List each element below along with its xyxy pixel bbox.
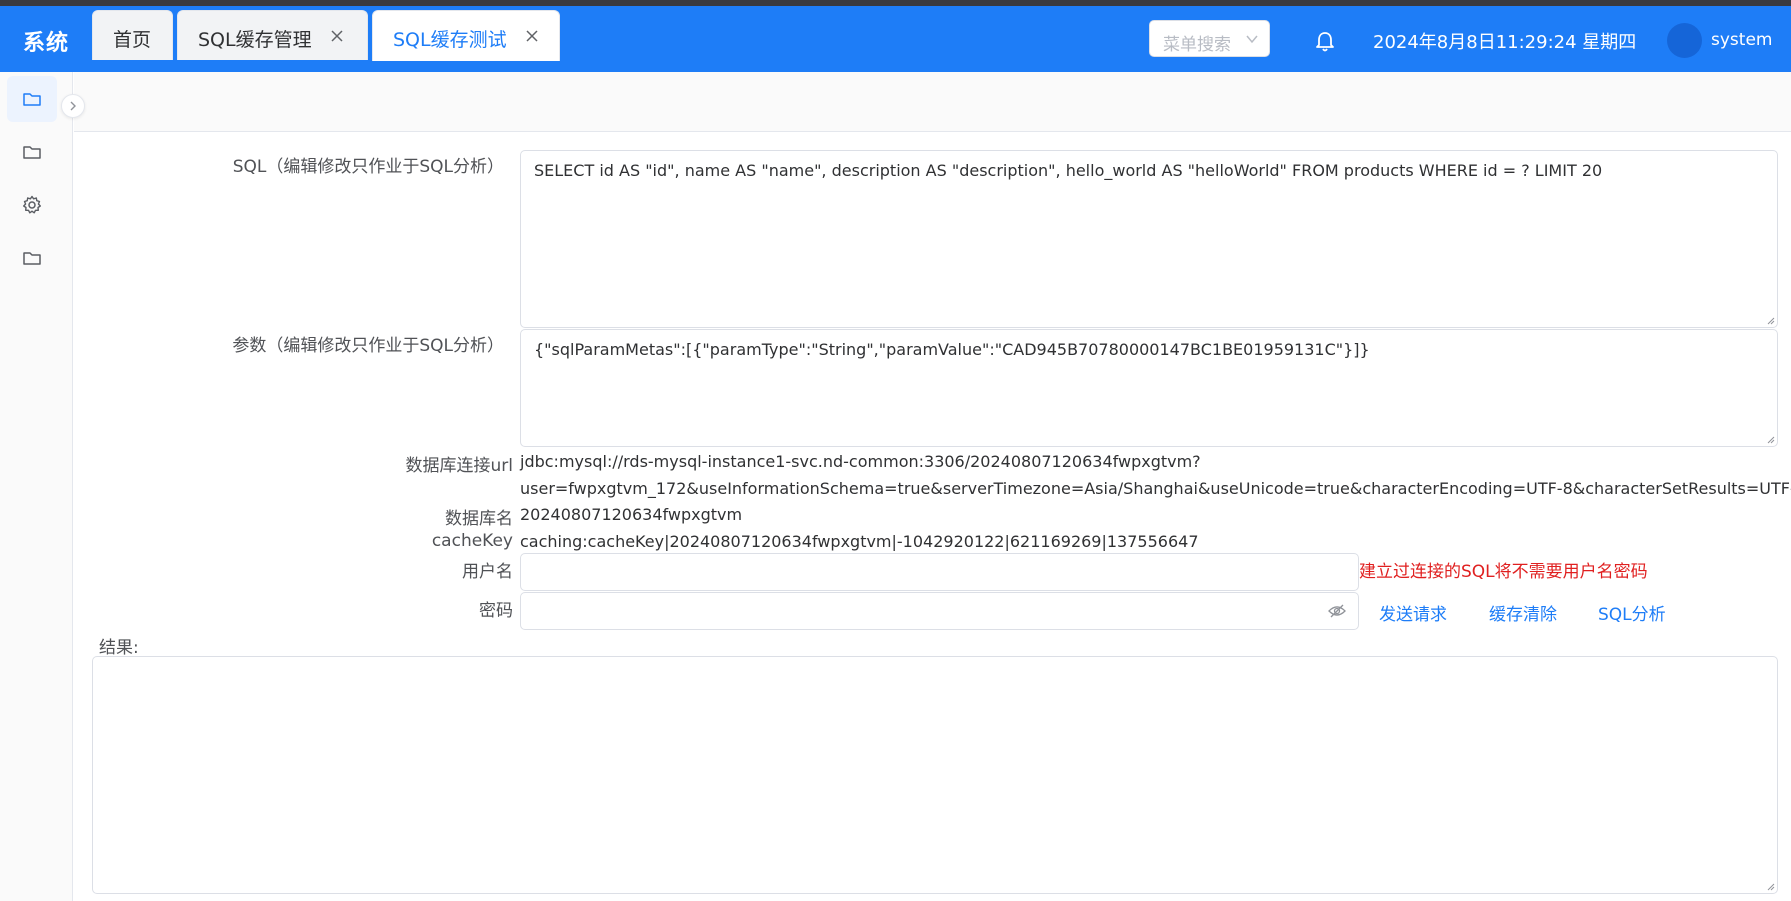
- folder-icon: [23, 252, 41, 265]
- sql-textarea[interactable]: SELECT id AS "id", name AS "name", descr…: [520, 150, 1778, 328]
- eye-hidden-icon[interactable]: [1328, 604, 1346, 618]
- sql-analyze-button[interactable]: SQL分析: [1598, 600, 1666, 625]
- cache-key-value: caching:cacheKey|20240807120634fwpxgtvm|…: [520, 532, 1199, 551]
- sidebar-item-2[interactable]: [7, 129, 57, 175]
- close-icon[interactable]: [330, 29, 344, 43]
- password-label: 密码: [479, 601, 513, 621]
- chevron-down-icon: [1246, 35, 1258, 44]
- folder-icon: [23, 146, 41, 159]
- tab-label: 首页: [113, 29, 152, 51]
- params-textarea[interactable]: {"sqlParamMetas":[{"paramType":"String",…: [520, 329, 1778, 447]
- avatar[interactable]: [1667, 23, 1702, 58]
- password-input[interactable]: [520, 592, 1359, 630]
- app-title: 系统: [23, 31, 70, 56]
- resize-handle-icon[interactable]: [1765, 881, 1775, 891]
- sidebar-item-3[interactable]: [7, 182, 57, 228]
- bell-icon[interactable]: [1315, 31, 1335, 53]
- header-datetime: 2024年8月8日11:29:24 星期四: [1373, 32, 1637, 53]
- sql-value: SELECT id AS "id", name AS "name", descr…: [534, 161, 1603, 180]
- tab-sql-cache-manage[interactable]: SQL缓存管理: [177, 10, 368, 60]
- close-icon[interactable]: [525, 29, 539, 43]
- menu-search-select[interactable]: 菜单搜索: [1149, 20, 1270, 57]
- params-label: 参数（编辑修改只作业于SQL分析）: [232, 336, 504, 356]
- sidebar: [0, 72, 73, 901]
- sidebar-item-1[interactable]: [7, 76, 57, 122]
- menu-search-placeholder: 菜单搜索: [1163, 35, 1231, 55]
- tab-sql-cache-test[interactable]: SQL缓存测试: [372, 10, 560, 61]
- params-value: {"sqlParamMetas":[{"paramType":"String",…: [534, 340, 1370, 359]
- folder-icon: [23, 93, 41, 106]
- send-request-button[interactable]: 发送请求: [1379, 600, 1447, 625]
- tab-label: SQL缓存管理: [198, 29, 312, 51]
- tab-label: SQL缓存测试: [393, 29, 507, 51]
- db-url-value-line2: user=fwpxgtvm_172&useInformationSchema=t…: [520, 479, 1791, 498]
- result-label: 结果:: [99, 638, 139, 658]
- result-textarea[interactable]: [92, 656, 1778, 894]
- username-hint: 建立过连接的SQL将不需要用户名密码: [1359, 562, 1648, 582]
- db-url-value-line1: jdbc:mysql://rds-mysql-instance1-svc.nd-…: [520, 452, 1201, 471]
- tab-home[interactable]: 首页: [92, 10, 173, 60]
- sql-label: SQL（编辑修改只作业于SQL分析）: [232, 157, 504, 177]
- resize-handle-icon[interactable]: [1765, 434, 1775, 444]
- db-url-label: 数据库连接url: [405, 456, 514, 476]
- db-name-value: 20240807120634fwpxgtvm: [520, 505, 743, 524]
- header-username[interactable]: system: [1711, 30, 1772, 50]
- resize-handle-icon[interactable]: [1765, 315, 1775, 325]
- tabs-bar: [74, 72, 1791, 132]
- sidebar-collapse-button[interactable]: [61, 94, 85, 118]
- sidebar-item-4[interactable]: [7, 235, 57, 281]
- clear-cache-button[interactable]: 缓存清除: [1489, 600, 1557, 625]
- gear-icon: [23, 195, 41, 214]
- cache-key-label: cacheKey: [431, 531, 513, 551]
- chevron-right-icon: [70, 101, 76, 111]
- db-name-label: 数据库名: [445, 509, 513, 529]
- username-label: 用户名: [462, 562, 513, 582]
- username-input[interactable]: [520, 553, 1359, 591]
